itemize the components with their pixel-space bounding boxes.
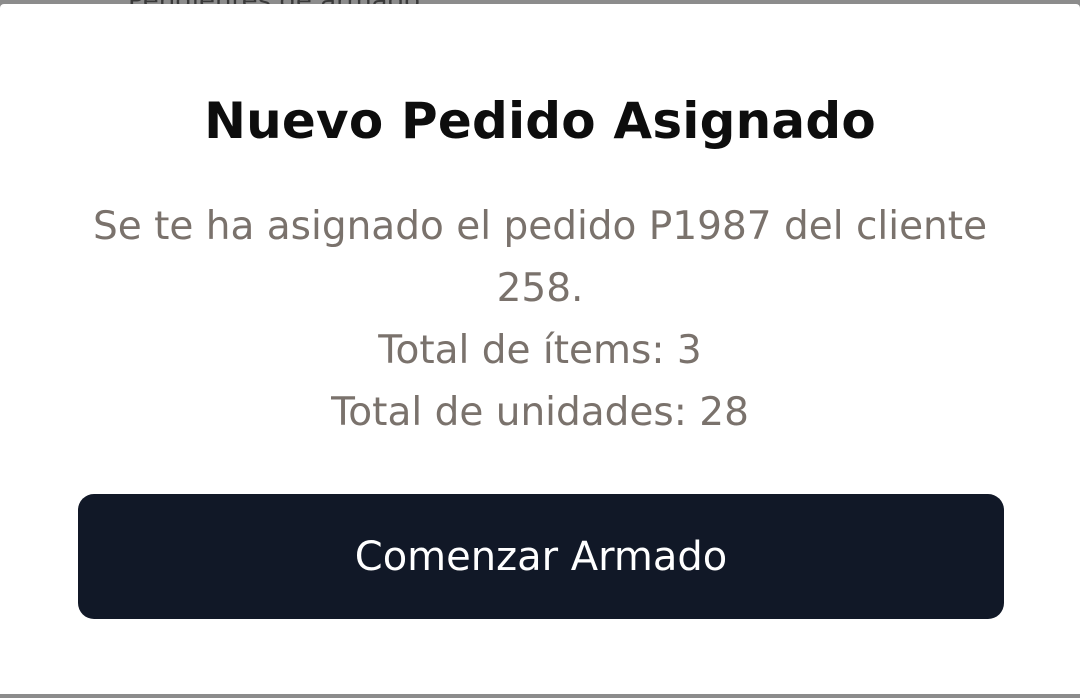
units-total: Total de unidades: 28: [331, 390, 749, 435]
dialog-body: Se te ha asignado el pedido P1987 del cl…: [80, 196, 1000, 444]
dialog-title: Nuevo Pedido Asignado: [204, 92, 876, 150]
items-total: Total de ítems: 3: [378, 328, 702, 373]
new-order-dialog: Nuevo Pedido Asignado Se te ha asignado …: [0, 4, 1080, 694]
start-assembly-button[interactable]: Comenzar Armado: [78, 494, 1004, 619]
dialog-message: Se te ha asignado el pedido P1987 del cl…: [92, 204, 988, 311]
